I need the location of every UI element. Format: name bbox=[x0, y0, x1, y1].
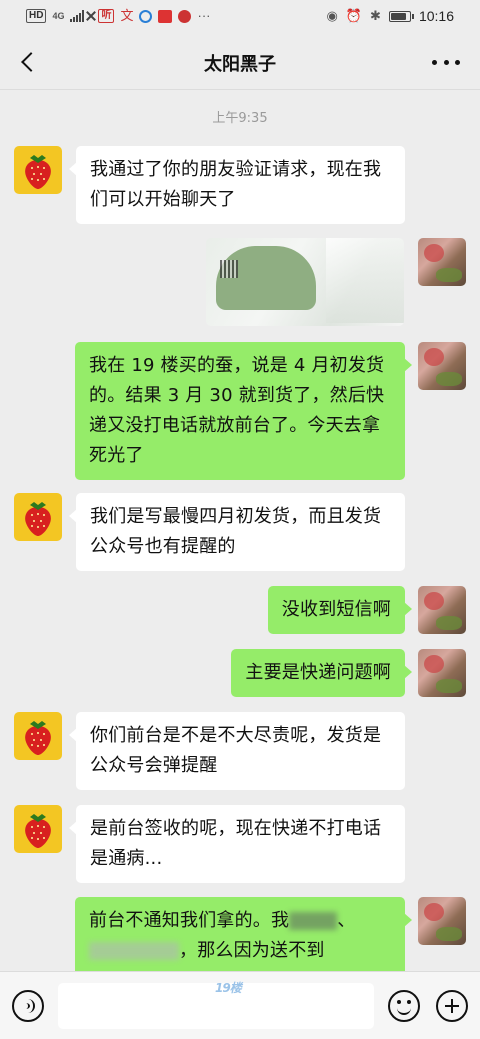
contact-avatar[interactable] bbox=[14, 146, 62, 194]
network-label: 4G bbox=[52, 11, 65, 21]
browser-icon bbox=[139, 9, 153, 23]
message-text: 前台不通知我们拿的。我 bbox=[89, 910, 290, 931]
eye-icon: ◉ bbox=[326, 8, 338, 23]
message-bubble[interactable]: 是前台签收的呢，现在快递不打电话是通病... bbox=[69, 805, 405, 883]
message-bubble[interactable]: 没收到短信啊 bbox=[267, 586, 413, 634]
hd-icon: HD bbox=[26, 9, 47, 23]
message-list[interactable]: 上午9:35 我通过了你的朋友验证请求，现在我们可以开始聊天了 我在 19 楼买… bbox=[0, 91, 480, 971]
mi-icon bbox=[178, 9, 192, 23]
my-avatar[interactable] bbox=[418, 586, 466, 634]
more-plus-icon[interactable] bbox=[436, 990, 468, 1022]
redacted-text bbox=[289, 912, 338, 930]
my-avatar[interactable] bbox=[418, 897, 466, 945]
message-bubble[interactable]: 我在 19 楼买的蚕，说是 4 月初发货的。结果 3 月 30 就到货了，然后快… bbox=[75, 342, 412, 480]
my-avatar[interactable] bbox=[418, 238, 466, 286]
qr-code-icon bbox=[220, 260, 238, 278]
message-bubble[interactable]: 前台不通知我们拿的。我、 ，那么因为送不到 bbox=[75, 897, 412, 971]
strawberry-icon bbox=[25, 721, 51, 755]
strawberry-icon bbox=[25, 502, 51, 536]
bluetooth-icon: ✱ bbox=[370, 8, 381, 23]
image-message[interactable] bbox=[206, 238, 404, 326]
contact-avatar[interactable] bbox=[14, 712, 62, 760]
battery-icon bbox=[388, 10, 414, 22]
contact-avatar[interactable] bbox=[14, 493, 62, 541]
message-bubble[interactable]: 主要是快递问题啊 bbox=[231, 649, 412, 697]
more-options-icon[interactable] bbox=[432, 50, 460, 74]
message-bubble[interactable]: 我通过了你的朋友验证请求，现在我们可以开始聊天了 bbox=[69, 146, 405, 224]
message-bubble[interactable]: 我们是写最慢四月初发货，而且发货公众号也有提醒的 bbox=[69, 493, 405, 571]
chat-header: 太阳黑子 bbox=[0, 34, 480, 90]
my-avatar[interactable] bbox=[418, 649, 466, 697]
toutiao-icon bbox=[158, 9, 173, 23]
voice-input-icon[interactable] bbox=[12, 990, 44, 1022]
more-dots-icon: ··· bbox=[197, 8, 211, 23]
alarm-icon: ⏰ bbox=[345, 8, 363, 23]
ting-icon: 听 bbox=[98, 9, 115, 23]
chat-title: 太阳黑子 bbox=[204, 54, 276, 75]
wen-icon: 文 bbox=[120, 8, 134, 23]
redacted-text bbox=[89, 942, 179, 960]
strawberry-icon bbox=[25, 814, 51, 848]
my-avatar[interactable] bbox=[418, 342, 466, 390]
emoji-icon[interactable] bbox=[388, 990, 420, 1022]
strawberry-icon bbox=[25, 155, 51, 189]
message-timestamp: 上午9:35 bbox=[212, 111, 268, 126]
message-bubble[interactable]: 你们前台是不是不大尽责呢，发货是公众号会弹提醒 bbox=[69, 712, 405, 790]
status-bar: HD 4G 听 文 ··· ◉ ⏰ ✱ 10:16 bbox=[0, 0, 480, 34]
mute-icon bbox=[86, 10, 97, 22]
signal-icon bbox=[70, 10, 85, 22]
contact-avatar[interactable] bbox=[14, 805, 62, 853]
site-watermark: 19楼 bbox=[215, 981, 242, 995]
clock: 10:16 bbox=[418, 8, 454, 24]
